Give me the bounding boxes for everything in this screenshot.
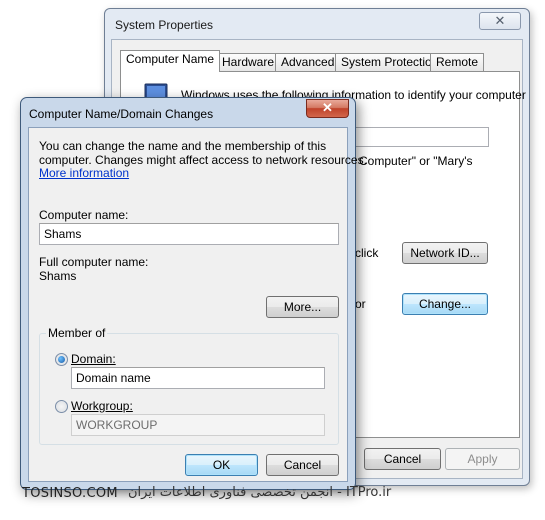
tab-remote[interactable]: Remote xyxy=(430,53,485,71)
change-button[interactable]: Change... xyxy=(402,293,488,315)
workgroup-radio[interactable] xyxy=(55,400,68,413)
full-computer-name-value: Shams xyxy=(39,269,77,283)
example-text: n Computer" or "Mary's xyxy=(349,154,473,168)
workgroup-label: Workgroup: xyxy=(71,399,133,413)
computer-name-input[interactable]: Shams xyxy=(39,223,339,245)
computer-description-field[interactable] xyxy=(351,127,489,147)
domain-label: Domain: xyxy=(71,352,116,366)
full-computer-name-label: Full computer name: xyxy=(39,255,149,269)
network-id-hint-text: click xyxy=(355,246,379,260)
member-of-label: Member of xyxy=(46,326,108,340)
more-button[interactable]: More... xyxy=(266,296,339,318)
workgroup-input[interactable]: WORKGROUP xyxy=(71,414,325,436)
tab-computer-name[interactable]: Computer Name xyxy=(120,50,221,72)
watermark-tosinso: TOSINSO.COM xyxy=(22,486,118,501)
ok-button[interactable]: OK xyxy=(185,454,258,476)
change-hint-text: or xyxy=(355,297,366,311)
computer-name-label: Computer name: xyxy=(39,208,129,222)
network-id-button[interactable]: Network ID... xyxy=(402,242,488,264)
dialog-close-button[interactable]: ✕ xyxy=(306,99,349,118)
more-information-link[interactable]: More information xyxy=(39,166,344,181)
dialog-description: You can change the name and the membersh… xyxy=(39,139,367,181)
member-of-group: Member of Domain: Domain name Workgroup:… xyxy=(39,326,339,445)
domain-radio[interactable] xyxy=(55,353,68,366)
watermark-itpro: انجمن تخصصی فناوری اطلاعات ایران - ITPro… xyxy=(128,485,392,500)
close-icon: ✕ xyxy=(494,13,506,28)
description-line-1: You can change the name and the membersh… xyxy=(39,139,327,153)
dialog-cancel-button[interactable]: Cancel xyxy=(266,454,339,476)
sysprops-cancel-button[interactable]: Cancel xyxy=(364,448,441,470)
description-line-2: computer. Changes might affect access to… xyxy=(39,152,367,167)
tab-hardware[interactable]: Hardware xyxy=(216,53,281,71)
dialog-client: You can change the name and the membersh… xyxy=(28,127,367,482)
tab-system-protection[interactable]: System Protection xyxy=(335,53,445,71)
domain-name-input[interactable]: Domain name xyxy=(71,367,325,389)
apply-button[interactable]: Apply xyxy=(445,448,520,470)
tab-advanced[interactable]: Advanced xyxy=(275,53,341,71)
system-properties-title: System Properties xyxy=(115,18,214,32)
computer-name-domain-changes-dialog: Computer Name/Domain Changes ✕ You can c… xyxy=(20,97,367,490)
system-properties-close-button[interactable]: ✕ xyxy=(479,12,521,30)
dialog-title: Computer Name/Domain Changes xyxy=(29,107,214,121)
close-icon: ✕ xyxy=(322,100,333,115)
